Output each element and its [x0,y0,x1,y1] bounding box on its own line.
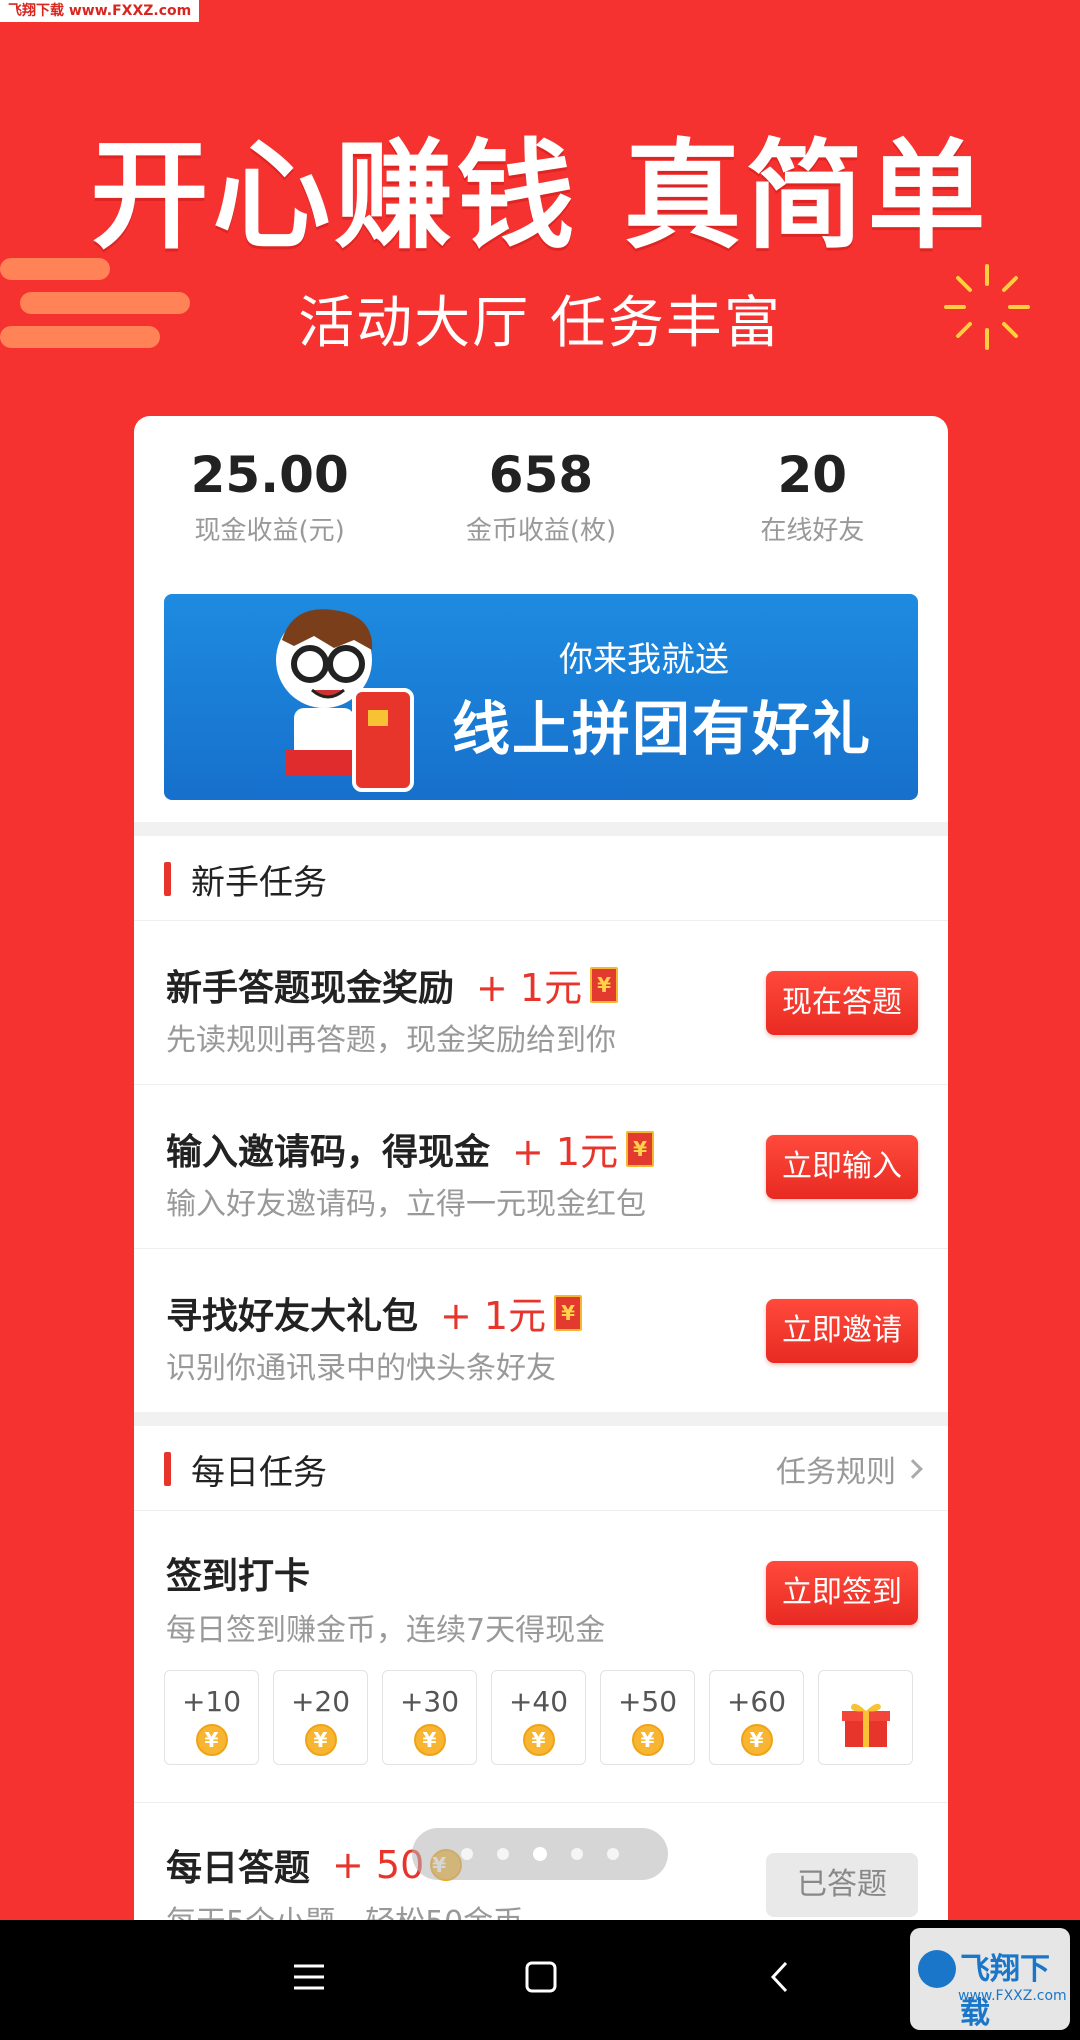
task-title: 签到打卡 [166,1556,311,1597]
stat-coins[interactable]: 658 金币收益(枚) [405,446,676,576]
day-reward: +60 [726,1685,787,1718]
day-reward: +20 [290,1685,351,1718]
stat-value: 658 [488,446,594,504]
invite-now-button[interactable]: 立即邀请 [766,1299,918,1363]
day-reward: +30 [399,1685,460,1718]
red-envelope-icon [626,1130,655,1167]
task-title: 寻找好友大礼包 [166,1295,419,1337]
day-cell: +20 ¥ [273,1670,368,1765]
day-cell: +40 ¥ [491,1670,586,1765]
watermark-top: 飞翔下载 www.FXXZ.com [0,0,200,22]
enter-code-button[interactable]: 立即输入 [766,1135,918,1199]
page-dot[interactable] [571,1848,583,1860]
section-marker [164,1452,171,1486]
stat-value: 25.00 [190,446,349,504]
checkin-days: +10 ¥ +20 ¥ +30 ¥ +40 ¥ +50 ¥ +60 ¥ [164,1670,913,1765]
watermark-bottom: 飞翔下载 www.FXXZ.com [910,1928,1070,2031]
coin-icon: ¥ [631,1724,664,1756]
task-desc: 每日签到赚金币，连续7天得现金 [166,1613,606,1648]
stat-friends[interactable]: 20 在线好友 [677,446,948,576]
divider [134,822,948,836]
checkin-button[interactable]: 立即签到 [766,1561,918,1625]
banner-line1: 你来我就送 [559,640,729,680]
day-cell-gift [818,1670,913,1765]
red-envelope-icon [590,966,619,1003]
task-rules-link[interactable]: 任务规则 [776,1447,923,1491]
chevron-right-icon [903,1459,923,1479]
gift-icon [841,1703,890,1747]
coin-icon: ¥ [740,1724,773,1756]
menu-icon[interactable] [292,1960,326,1994]
section-title: 每日任务 [191,1452,327,1493]
coin-icon: ¥ [413,1724,446,1756]
task-desc: 先读规则再答题，现金奖励给到你 [166,1023,616,1058]
day-cell: +10 ¥ [164,1670,259,1765]
checkin-row: 签到打卡 每日签到赚金币，连续7天得现金 立即签到 [134,1510,948,1690]
banner-line2: 线上拼团有好礼 [452,695,873,763]
section-newbie: 新手任务 [134,836,948,922]
page-dot-active[interactable] [533,1847,547,1861]
promo-banner[interactable]: 你来我就送 线上拼团有好礼 [164,594,918,800]
stat-label: 现金收益(元) [194,516,345,546]
mascot-illustration [276,609,414,792]
page-dot[interactable] [607,1848,619,1860]
day-cell: +60 ¥ [709,1670,804,1765]
task-rules-label: 任务规则 [776,1455,896,1490]
day-reward: +40 [508,1685,569,1718]
hero-title: 开心赚钱 真简单 [90,127,990,265]
back-icon[interactable] [764,1960,798,1994]
answer-now-button[interactable]: 现在答题 [766,971,918,1035]
section-daily: 每日任务 任务规则 [134,1426,948,1512]
page-indicator [412,1828,668,1880]
watermark-url: www.FXXZ.com [958,1988,1067,2004]
task-title: 输入邀请码，得现金 [166,1131,491,1173]
task-reward: + 1元 [512,1130,619,1174]
activity-card: 25.00 现金收益(元) 658 金币收益(枚) 20 在线好友 你来我就送 … [134,416,948,1920]
answered-button[interactable]: 已答题 [766,1853,918,1917]
home-icon[interactable] [524,1960,558,1994]
task-title-row: 输入邀请码，得现金 + 1元 [166,1121,655,1176]
day-cell: +30 ¥ [382,1670,477,1765]
task-title: 每日答题 [166,1848,311,1889]
stat-label: 在线好友 [760,516,865,546]
section-marker [164,862,171,896]
task-title: 新手答题现金奖励 [166,967,455,1009]
task-reward: + 50 [332,1843,425,1887]
task-row: 寻找好友大礼包 + 1元 识别你通讯录中的快头条好友 立即邀请 [134,1248,948,1412]
day-cell: +50 ¥ [600,1670,695,1765]
day-reward: +50 [617,1685,678,1718]
task-row: 新手答题现金奖励 + 1元 先读规则再答题，现金奖励给到你 现在答题 [134,920,948,1084]
task-desc: 识别你通讯录中的快头条好友 [166,1351,556,1386]
page-dot[interactable] [461,1848,473,1860]
hero-subtitle: 活动大厅 任务丰富 [298,291,782,356]
task-title-row: 新手答题现金奖励 + 1元 [166,957,619,1012]
stat-value: 20 [777,446,848,504]
task-desc: 每天5个小题，轻松50金币 [166,1897,523,1920]
watermark-logo-icon [918,1950,956,1988]
task-reward: + 1元 [440,1294,547,1338]
stat-label: 金币收益(枚) [465,516,617,546]
task-reward: + 1元 [476,966,583,1010]
coin-icon: ¥ [304,1724,337,1756]
task-title-row: 寻找好友大礼包 + 1元 [166,1285,583,1340]
section-title: 新手任务 [191,862,327,903]
stat-cash[interactable]: 25.00 现金收益(元) [134,446,405,576]
stats-row: 25.00 现金收益(元) 658 金币收益(枚) 20 在线好友 [134,416,948,576]
task-desc: 输入好友邀请码，立得一元现金红包 [166,1187,646,1222]
coin-icon: ¥ [522,1724,555,1756]
divider [134,1412,948,1426]
coin-icon: ¥ [195,1724,228,1756]
red-envelope-icon [554,1294,583,1331]
task-row: 输入邀请码，得现金 + 1元 输入好友邀请码，立得一元现金红包 立即输入 [134,1084,948,1248]
day-reward: +10 [181,1685,242,1718]
page-dot[interactable] [497,1848,509,1860]
task-title-row: 签到打卡 [166,1547,310,1599]
